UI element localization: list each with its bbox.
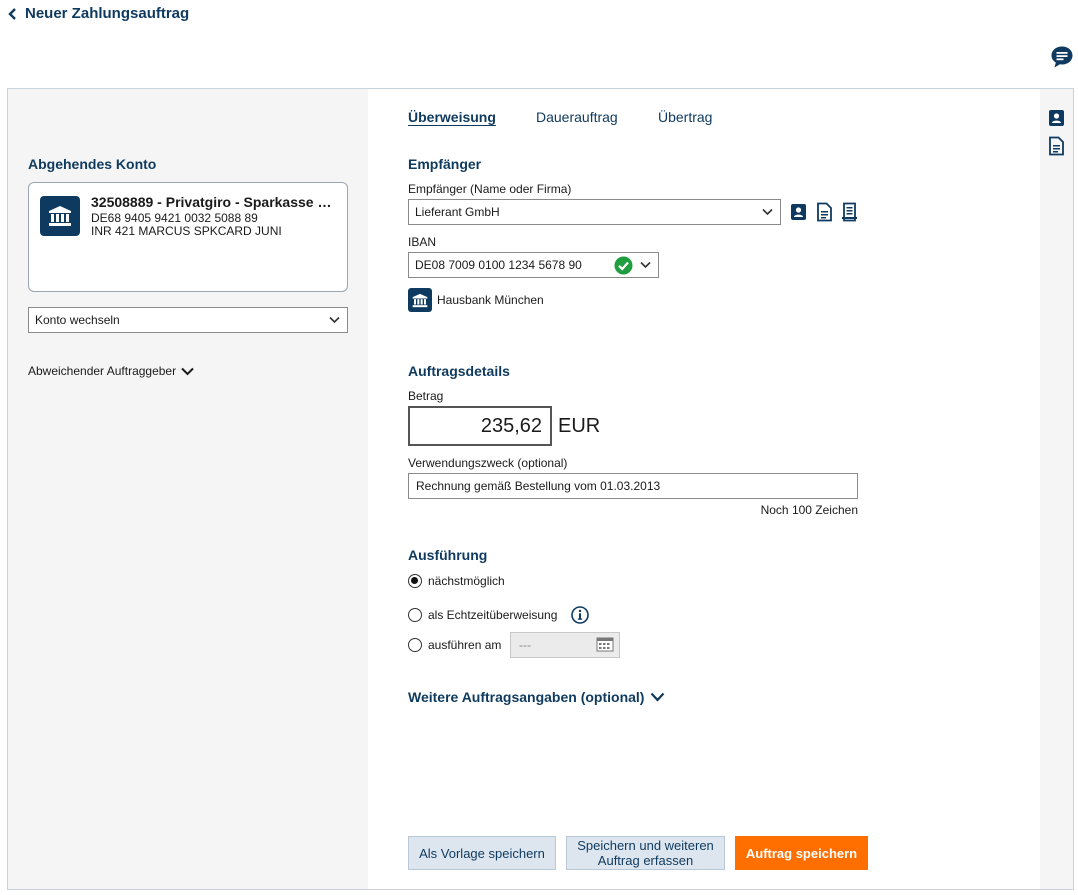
invoice-icon[interactable] xyxy=(841,202,858,222)
info-icon[interactable] xyxy=(571,606,590,624)
amount-label: Betrag xyxy=(408,389,444,403)
recipient-name-value: Lieferant GmbH xyxy=(415,205,500,219)
save-and-new-button[interactable]: Speichern und weiteren Auftrag erfassen xyxy=(566,836,725,870)
source-account-iban: DE68 9405 9421 0032 5088 89 xyxy=(91,211,258,225)
source-account-heading: Abgehendes Konto xyxy=(28,156,157,172)
amount-input[interactable]: 235,62 xyxy=(408,406,552,446)
page-title: Neuer Zahlungsauftrag xyxy=(25,5,190,22)
calendar-icon[interactable] xyxy=(596,637,614,652)
iban-value: DE08 7009 0100 1234 5678 90 xyxy=(415,258,582,272)
more-details-toggle[interactable]: Weitere Auftragsangaben (optional) xyxy=(408,689,665,705)
check-icon xyxy=(614,256,633,275)
source-account-title: 32508889 - Privatgiro - Sparkasse Münche… xyxy=(91,194,339,210)
chevron-left-icon xyxy=(8,7,16,20)
radio[interactable] xyxy=(408,608,422,622)
execution-option-instant[interactable]: als Echtzeitüberweisung xyxy=(408,606,590,624)
switch-account-select[interactable]: Konto wechseln xyxy=(28,307,348,333)
document-icon[interactable] xyxy=(1048,136,1065,156)
recipient-bank-name: Hausbank München xyxy=(437,293,544,307)
chevron-down-icon xyxy=(329,316,340,324)
alt-payer-toggle[interactable]: Abweichender Auftraggeber xyxy=(28,364,194,378)
document-icon[interactable] xyxy=(816,202,833,222)
iban-input[interactable]: DE08 7009 0100 1234 5678 90 xyxy=(408,252,659,278)
radio[interactable] xyxy=(408,638,422,652)
chevron-down-icon xyxy=(651,692,665,702)
chevron-down-icon xyxy=(181,367,194,375)
alt-payer-label: Abweichender Auftraggeber xyxy=(28,364,177,378)
radio-selected[interactable] xyxy=(408,574,422,588)
address-book-icon[interactable] xyxy=(790,203,807,221)
date-placeholder: --- xyxy=(519,638,531,652)
button-label-line2: Auftrag erfassen xyxy=(597,853,694,868)
tab-uebertrag[interactable]: Übertrag xyxy=(658,109,712,125)
tab-ueberweisung[interactable]: Überweisung xyxy=(408,109,496,125)
recipient-name-select[interactable]: Lieferant GmbH xyxy=(408,199,781,225)
iban-label: IBAN xyxy=(408,235,437,249)
recipient-heading: Empfänger xyxy=(408,156,482,172)
chevron-down-icon xyxy=(762,208,773,216)
currency-label: EUR xyxy=(558,415,601,437)
chat-icon[interactable] xyxy=(1050,45,1074,69)
execution-date-input[interactable]: --- xyxy=(510,632,620,658)
button-label-line1: Speichern und weiteren xyxy=(577,838,714,853)
right-toolbar xyxy=(1040,89,1073,889)
save-order-button[interactable]: Auftrag speichern xyxy=(735,836,868,870)
details-heading: Auftragsdetails xyxy=(408,363,510,379)
execution-option-date[interactable]: ausführen am xyxy=(408,638,501,652)
purpose-input[interactable]: Rechnung gemäß Bestellung vom 01.03.2013 xyxy=(408,473,858,499)
tab-dauerauftrag[interactable]: Dauerauftrag xyxy=(536,109,618,125)
switch-account-label: Konto wechseln xyxy=(35,313,120,327)
chevron-down-icon xyxy=(640,261,651,269)
source-account-card[interactable]: 32508889 - Privatgiro - Sparkasse Münche… xyxy=(28,182,348,292)
purpose-label: Verwendungszweck (optional) xyxy=(408,456,568,470)
recipient-name-label: Empfänger (Name oder Firma) xyxy=(408,182,572,196)
chars-left: Noch 100 Zeichen xyxy=(760,503,858,517)
option-label: als Echtzeitüberweisung xyxy=(428,608,558,622)
execution-heading: Ausführung xyxy=(408,547,488,563)
option-label: nächstmöglich xyxy=(428,574,505,588)
more-details-label: Weitere Auftragsangaben (optional) xyxy=(408,689,645,705)
back-link[interactable]: Neuer Zahlungsauftrag xyxy=(8,5,189,22)
execution-option-asap[interactable]: nächstmöglich xyxy=(408,574,505,588)
source-account-owner: INR 421 MARCUS SPKCARD JUNI xyxy=(91,224,282,238)
bank-icon xyxy=(40,196,80,236)
option-label: ausführen am xyxy=(428,638,502,652)
bank-icon xyxy=(408,288,432,312)
save-template-button[interactable]: Als Vorlage speichern xyxy=(408,836,556,870)
address-book-icon[interactable] xyxy=(1048,109,1065,127)
